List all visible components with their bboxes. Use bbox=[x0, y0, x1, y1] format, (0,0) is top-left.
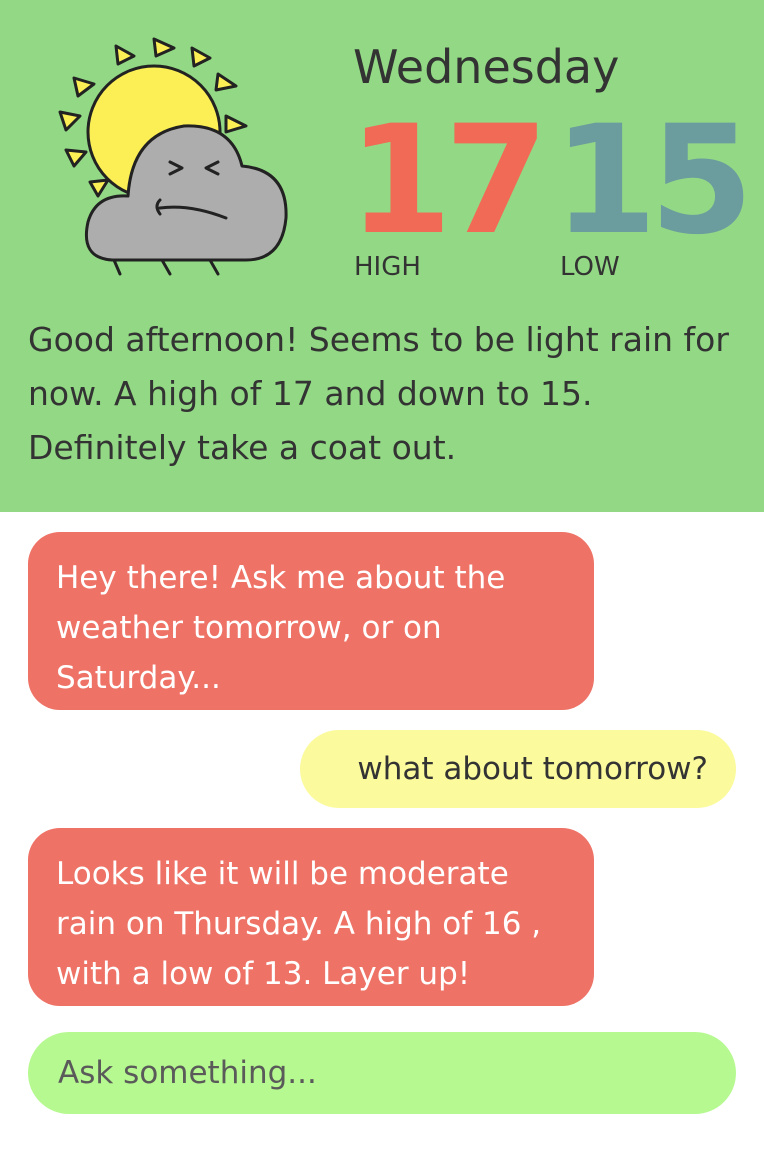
weather-header: Wednesday 17 15 HIGH LOW Good afternoon!… bbox=[0, 0, 764, 512]
weather-summary: Good afternoon! Seems to be light rain f… bbox=[28, 320, 729, 467]
bot-message: Looks like it will be moderate rain on T… bbox=[28, 828, 594, 1006]
user-message: what about tomorrow? bbox=[300, 730, 736, 808]
bot-message: Hey there! Ask me about the weather tomo… bbox=[28, 532, 594, 710]
weather-chat-app: Wednesday 17 15 HIGH LOW Good afternoon!… bbox=[0, 0, 764, 1174]
low-label: LOW bbox=[560, 252, 620, 282]
ask-input[interactable] bbox=[28, 1032, 736, 1114]
high-label: HIGH bbox=[354, 252, 421, 282]
high-temperature: 17 bbox=[348, 94, 549, 268]
low-temperature: 15 bbox=[553, 94, 754, 268]
day-name: Wednesday bbox=[353, 40, 620, 94]
sun-behind-rain-cloud-icon bbox=[50, 34, 300, 284]
